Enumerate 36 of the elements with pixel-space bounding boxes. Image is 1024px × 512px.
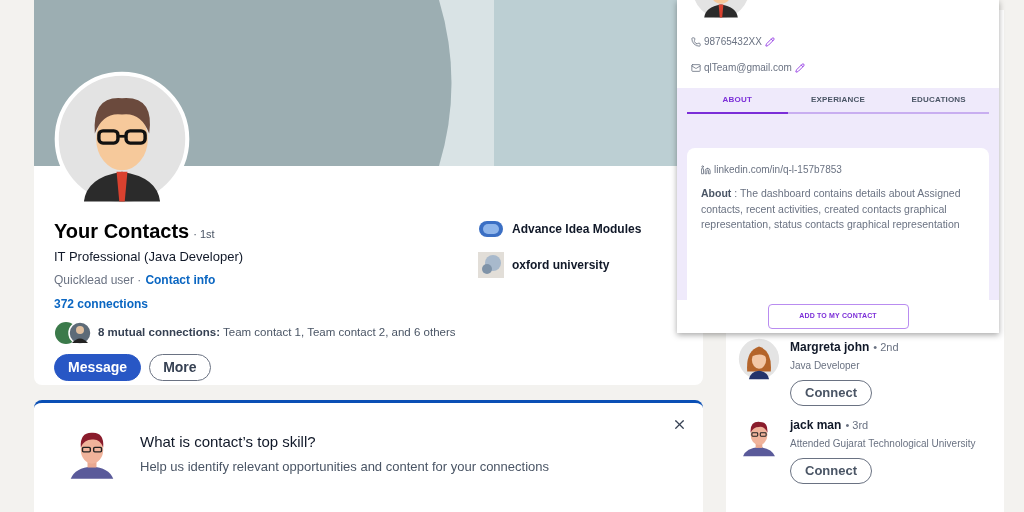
skill-subtitle: Help us identify relevant opportunities and content for your connections — [140, 457, 550, 476]
person-degree: • 3rd — [845, 418, 869, 433]
organization-name: Advance Idea Modules — [512, 221, 642, 238]
school-logo-icon — [478, 252, 504, 278]
profile-name: Your Contacts — [54, 219, 190, 244]
skill-question: What is contact’s top skill? — [140, 432, 317, 452]
phone-icon — [691, 36, 701, 47]
close-button[interactable] — [672, 417, 687, 432]
profile-headline: IT Professional (Java Developer) — [54, 248, 245, 266]
linkedin-icon — [701, 164, 711, 175]
mutual-connections-text: 8 mutual connections: Team contact 1, Team contact 2, and 6 others — [98, 324, 456, 340]
connections-link[interactable]: 372 connections — [54, 294, 456, 313]
edit-icon[interactable] — [794, 62, 805, 73]
company-logo-icon — [478, 218, 504, 240]
more-button[interactable]: More — [149, 353, 211, 381]
email-address: qlTeam@gmail.com — [704, 61, 792, 75]
person-headline: Attended Gujarat Technological University — [790, 437, 976, 451]
edit-icon[interactable] — [764, 36, 775, 47]
linkedin-url: linkedin.com/in/q-l-157b7853 — [714, 163, 842, 177]
about-text: About : The dashboard contains details about Assigned contacts, recent activities, created contacts graphical representation, status contacts graphical representation — [701, 186, 962, 232]
tab[interactable]: ABOUT — [687, 88, 788, 114]
person-headline: Java Developer — [790, 359, 861, 373]
person-avatar — [738, 338, 780, 380]
contact-info-link[interactable]: Contact info — [145, 270, 216, 289]
connection-degree: · 1st — [193, 227, 215, 242]
person-degree: • 2nd — [873, 340, 899, 355]
tab[interactable]: EDUCATIONS — [888, 88, 989, 114]
message-button[interactable]: Message — [54, 353, 142, 381]
person-name: Margreta john — [790, 339, 870, 356]
mutual-avatars-icon — [54, 320, 92, 345]
phone-number: 98765432XX — [704, 35, 762, 49]
profile-source: Quicklead user · — [54, 271, 142, 289]
organization-name: oxford university — [512, 257, 610, 274]
person-name: jack man — [790, 417, 842, 434]
tab[interactable]: EXPERIANCE — [787, 88, 889, 114]
mail-icon — [691, 62, 701, 73]
